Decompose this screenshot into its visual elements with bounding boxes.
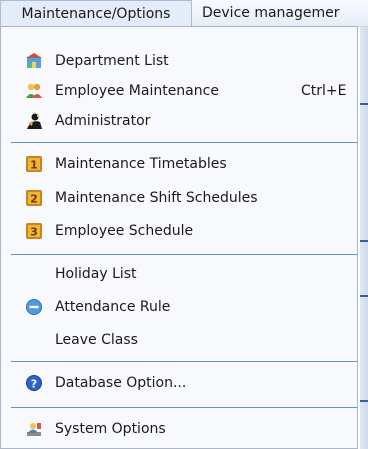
menu-item-maintenance-shift-schedules[interactable]: 2 Maintenance Shift Schedules [1,183,357,213]
menu-item-label: Employee Maintenance [55,83,219,99]
menu-item-label: Maintenance Timetables [55,156,227,172]
separator [11,142,357,143]
menu-item-holiday-list[interactable]: Holiday List [1,259,357,289]
timetable-1-icon: 1 [26,156,42,172]
background-tick [360,240,368,242]
menu-item-label: System Options [55,421,166,437]
menu-item-leave-class[interactable]: Leave Class [1,325,357,355]
attendance-rule-icon [26,299,42,315]
menu-device-management[interactable]: Device managemer [198,0,344,26]
svg-text:1: 1 [30,159,38,172]
menu-item-department-list[interactable]: Department List [1,46,357,76]
shortcut-label: Ctrl+E [301,83,347,99]
employee-icon [26,83,42,98]
database-option-icon: ? [26,375,42,391]
administrator-icon [27,113,42,129]
department-list-icon [26,53,42,68]
menu-bar: Maintenance/Options Device managemer [0,0,368,27]
menu-item-label: Database Option... [55,375,187,391]
background-tick [360,103,368,105]
employee-schedule-3-icon: 3 [26,223,42,239]
background-window-edge [360,27,368,449]
menu-item-label: Department List [55,53,169,69]
menu-item-label: Leave Class [55,332,138,348]
menu-item-label: Attendance Rule [55,299,171,315]
menu-item-label: Administrator [55,113,151,129]
svg-text:2: 2 [30,193,38,206]
background-tick [360,295,368,297]
shift-schedule-2-icon: 2 [26,190,42,206]
maintenance-options-dropdown: Department List Employee Maintenance Ctr… [0,26,358,449]
menu-item-maintenance-timetables[interactable]: 1 Maintenance Timetables [1,149,357,179]
separator [11,361,357,362]
menu-item-employee-schedule[interactable]: 3 Employee Schedule [1,216,357,246]
separator [11,407,357,408]
svg-text:?: ? [31,378,37,391]
menu-maintenance-options[interactable]: Maintenance/Options [0,0,192,26]
background-tick [360,400,368,402]
menu-item-attendance-rule[interactable]: Attendance Rule [1,292,357,322]
separator [11,254,357,255]
menu-item-system-options[interactable]: System Options [1,414,357,444]
menu-item-administrator[interactable]: Administrator [1,106,357,136]
menu-item-database-option[interactable]: ? Database Option... [1,368,357,398]
menu-item-label: Maintenance Shift Schedules [55,190,258,206]
svg-text:3: 3 [30,226,38,239]
system-options-icon [27,423,41,436]
menu-item-label: Holiday List [55,266,137,282]
menu-item-label: Employee Schedule [55,223,194,239]
menu-item-employee-maintenance[interactable]: Employee Maintenance Ctrl+E [1,76,357,106]
